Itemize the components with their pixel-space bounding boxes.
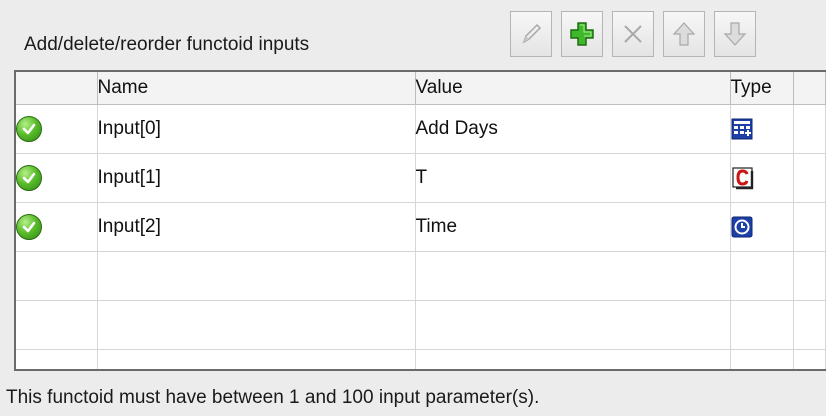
type-cell[interactable]	[730, 153, 794, 203]
name-cell[interactable]: Input[1]	[97, 153, 416, 203]
value-cell[interactable]: T	[415, 153, 731, 203]
clock-icon	[731, 216, 752, 238]
delete-x-icon	[624, 25, 642, 43]
functoid-inputs-panel: Add/delete/reorder functoid inputs Name …	[0, 0, 826, 416]
pencil-icon	[522, 23, 542, 44]
delete-button[interactable]	[612, 11, 654, 57]
plus-icon	[570, 22, 594, 46]
validation-message: This functoid must have between 1 and 10…	[6, 387, 540, 408]
table-row[interactable]: Input[0] Add Days	[16, 104, 826, 154]
type-cell[interactable]	[730, 202, 794, 252]
value-column-header[interactable]: Value	[415, 72, 731, 105]
type-column-header[interactable]: Type	[730, 72, 794, 105]
move-down-button[interactable]	[714, 11, 756, 57]
panel-title: Add/delete/reorder functoid inputs	[24, 34, 310, 55]
status-column-header[interactable]	[16, 72, 98, 105]
calculator-icon	[731, 118, 752, 140]
filler-cell	[793, 153, 826, 203]
empty-row	[16, 251, 826, 301]
filler-cell	[793, 202, 826, 252]
move-up-button[interactable]	[663, 11, 705, 57]
table-row[interactable]: Input[2] Time	[16, 202, 826, 252]
value-cell[interactable]: Add Days	[415, 104, 731, 154]
arrow-up-icon	[672, 22, 696, 46]
grid-header-row: Name Value Type	[16, 72, 826, 105]
inputs-grid: Name Value Type Input[0] Add Days Input[…	[14, 70, 826, 371]
edit-button[interactable]	[510, 11, 552, 57]
filler-column-header	[793, 72, 826, 105]
table-row[interactable]: Input[1] T	[16, 153, 826, 203]
check-icon	[16, 165, 42, 191]
name-cell[interactable]: Input[0]	[97, 104, 416, 154]
status-cell	[16, 104, 98, 154]
constant-c-icon	[731, 167, 753, 190]
value-cell[interactable]: Time	[415, 202, 731, 252]
check-icon	[16, 214, 42, 240]
name-column-header[interactable]: Name	[97, 72, 416, 105]
status-cell	[16, 153, 98, 203]
empty-row	[16, 349, 826, 369]
filler-cell	[793, 104, 826, 154]
arrow-down-icon	[723, 22, 747, 46]
empty-row	[16, 300, 826, 350]
add-button[interactable]	[561, 11, 603, 57]
status-cell	[16, 202, 98, 252]
type-cell[interactable]	[730, 104, 794, 154]
check-icon	[16, 116, 42, 142]
name-cell[interactable]: Input[2]	[97, 202, 416, 252]
